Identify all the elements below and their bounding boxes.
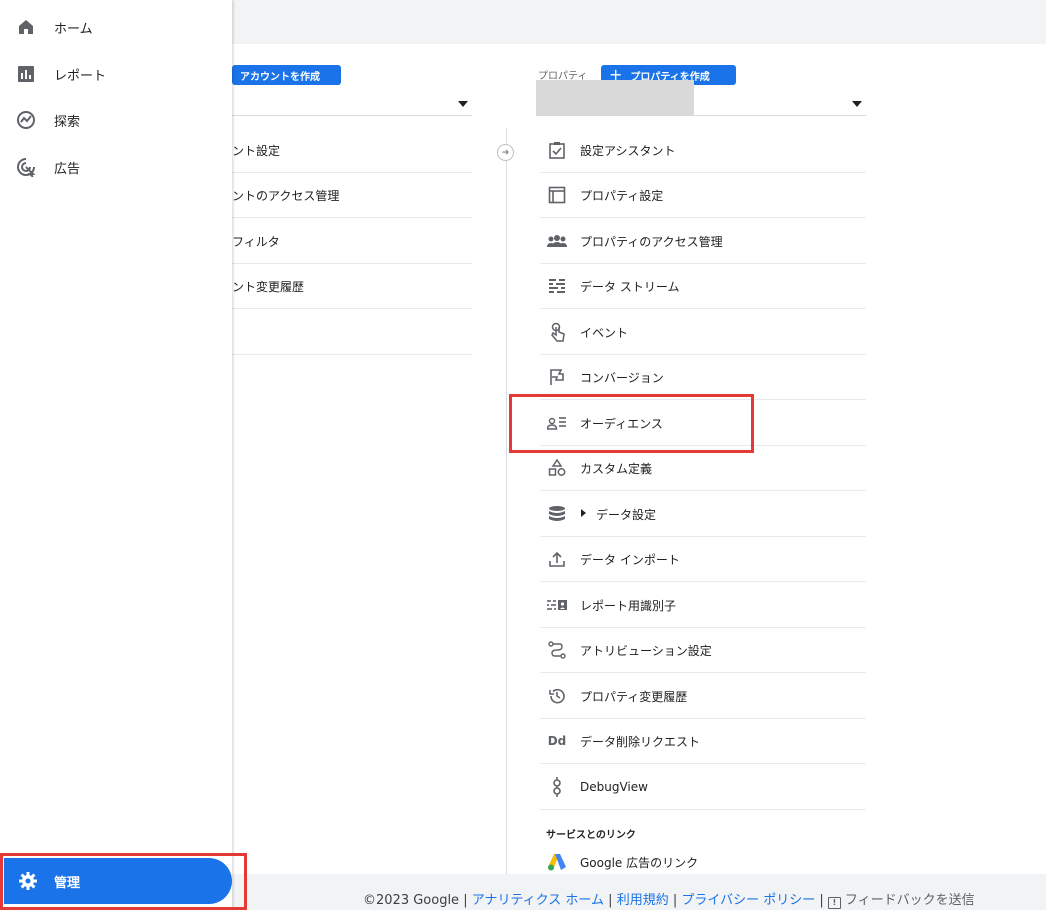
feedback-icon: ! <box>827 897 841 909</box>
row-label: フィルタ <box>232 234 280 249</box>
row-label: 設定アシスタント <box>580 143 676 158</box>
row-label: ント変更履歴 <box>232 279 305 294</box>
row-label: レポート用識別子 <box>580 598 677 613</box>
sidebar-item-label: 広告 <box>54 161 81 177</box>
property-row-change-history[interactable]: プロパティ変更履歴 <box>540 674 866 719</box>
property-row-data-import[interactable]: データ インポート <box>540 537 866 582</box>
account-empty-row <box>232 310 472 355</box>
history-icon <box>546 685 568 707</box>
row-label: データ削除リクエスト <box>580 734 701 749</box>
debug-icon <box>546 776 568 798</box>
row-label: カスタム定義 <box>580 461 653 476</box>
property-row-data-settings[interactable]: データ設定 <box>540 492 866 537</box>
terms-link[interactable]: 利用規約 <box>617 893 669 908</box>
account-history-row[interactable]: ント変更履歴 <box>232 264 472 309</box>
people-icon <box>546 230 568 252</box>
expand-triangle-icon[interactable] <box>581 509 586 517</box>
flag-icon <box>546 366 568 388</box>
explore-icon <box>16 110 36 130</box>
audience-icon <box>546 412 568 434</box>
account-access-row[interactable]: ントのアクセス管理 <box>232 173 472 218</box>
sidebar-item-ads[interactable]: 広告 <box>0 147 232 187</box>
row-label: プロパティのアクセス管理 <box>580 234 723 249</box>
row-label: データ インポート <box>580 552 680 567</box>
row-label: オーディエンス <box>580 416 663 431</box>
create-account-button[interactable]: アカウントを作成 <box>232 65 341 85</box>
property-row-settings[interactable]: プロパティ設定 <box>540 173 866 218</box>
property-row-custom-definitions[interactable]: カスタム定義 <box>540 446 866 491</box>
sidebar-item-reports[interactable]: レポート <box>0 54 232 94</box>
column-divider <box>506 128 507 888</box>
sidebar-item-admin[interactable]: 管理 <box>4 858 232 904</box>
checklist-icon <box>546 139 568 161</box>
row-label: イベント <box>580 325 629 340</box>
row-label: プロパティ設定 <box>580 188 664 203</box>
chevron-down-icon <box>458 101 468 107</box>
upload-icon <box>546 548 568 570</box>
ads-icon <box>16 157 36 178</box>
property-row-attribution[interactable]: アトリビューション設定 <box>540 628 866 673</box>
row-label: Google 広告のリンク <box>580 856 699 870</box>
property-layout-icon <box>546 184 568 206</box>
row-label: データ ストリーム <box>580 279 680 294</box>
footer: ©2023 Google | アナリティクス ホーム | 利用規約 | プライバ… <box>232 874 1046 910</box>
home-icon <box>16 17 36 37</box>
redacted-property-name <box>536 80 694 116</box>
property-row-debugview[interactable]: DebugView <box>540 765 866 810</box>
account-select[interactable] <box>232 88 472 116</box>
bar-chart-icon <box>16 64 36 84</box>
property-row-conversions[interactable]: コンバージョン <box>540 355 866 400</box>
sidebar-item-home[interactable]: ホーム <box>0 7 232 47</box>
gear-icon <box>18 871 38 891</box>
property-row-events[interactable]: イベント <box>540 310 866 355</box>
row-label: ントのアクセス管理 <box>232 188 340 203</box>
sidebar-item-label: 管理 <box>54 875 81 891</box>
account-settings-row[interactable]: ント設定 <box>232 128 472 173</box>
sidebar-item-explore[interactable]: 探索 <box>0 100 232 140</box>
touch-icon <box>546 321 568 343</box>
send-feedback-link[interactable]: ! フィードバックを送信 <box>827 893 975 909</box>
service-links-heading: サービスとのリンク <box>546 830 636 841</box>
admin-main: アカウントを作成 プロパティ + プロパティを作成 ➜ ント設定 ントのアクセス… <box>232 44 1046 888</box>
property-row-reporting-identity[interactable]: レポート用識別子 <box>540 583 866 628</box>
row-label: データ設定 <box>596 507 657 522</box>
row-label: プロパティ変更履歴 <box>580 689 688 704</box>
analytics-home-link[interactable]: アナリティクス ホーム <box>472 893 604 908</box>
arrow-right-icon: ➜ <box>497 144 514 161</box>
attribution-icon <box>546 639 568 661</box>
sidebar-item-label: 探索 <box>54 114 81 130</box>
row-label: アトリビューション設定 <box>580 643 712 658</box>
row-label: DebugView <box>580 780 648 794</box>
google-ads-icon <box>546 851 568 873</box>
dd-icon: Dd <box>547 734 567 748</box>
account-filter-row[interactable]: フィルタ <box>232 219 472 264</box>
property-row-data-deletion[interactable]: Dd データ削除リクエスト <box>540 719 866 764</box>
sidebar-item-label: ホーム <box>54 21 93 37</box>
chevron-down-icon <box>852 101 862 107</box>
property-row-data-streams[interactable]: データ ストリーム <box>540 264 866 309</box>
sidebar: ホーム レポート 探索 広告 管理 <box>0 0 232 910</box>
row-label: ント設定 <box>232 143 281 158</box>
database-icon <box>546 503 568 525</box>
privacy-link[interactable]: プライバシー ポリシー <box>681 893 815 908</box>
property-select[interactable] <box>536 80 866 116</box>
shapes-icon <box>546 457 568 479</box>
row-label: コンバージョン <box>580 370 664 385</box>
identity-icon <box>546 594 568 616</box>
copyright: ©2023 Google <box>363 893 460 908</box>
data-stream-icon <box>546 275 568 297</box>
property-row-access[interactable]: プロパティのアクセス管理 <box>540 219 866 264</box>
footer-links: ©2023 Google | アナリティクス ホーム | 利用規約 | プライバ… <box>363 893 975 909</box>
property-row-audiences[interactable]: オーディエンス <box>540 401 866 446</box>
property-row-setup-assistant[interactable]: 設定アシスタント <box>540 128 866 173</box>
feedback-label: フィードバックを送信 <box>844 893 975 908</box>
sidebar-item-label: レポート <box>54 68 107 84</box>
